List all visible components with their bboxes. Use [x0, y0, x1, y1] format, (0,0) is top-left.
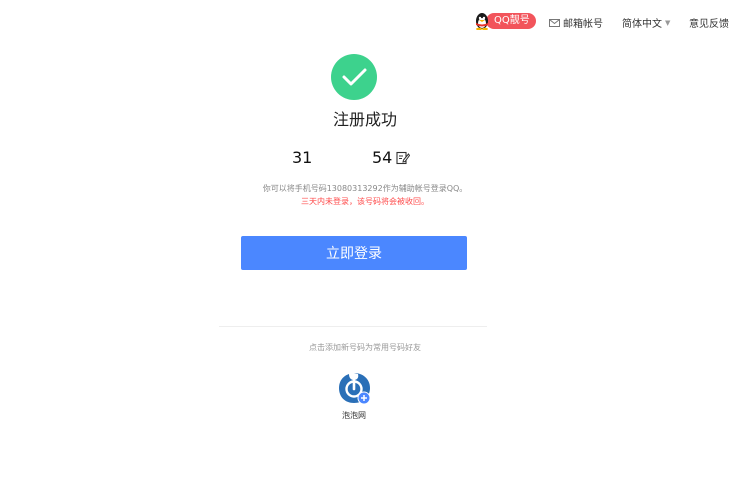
paopao-app-icon[interactable] — [336, 370, 372, 406]
account-number-part1: 31 — [292, 148, 313, 167]
qq-penguin-icon — [476, 13, 488, 30]
edit-icon[interactable] — [396, 151, 411, 165]
login-now-button[interactable]: 立即登录 — [241, 236, 467, 270]
language-label: 简体中文 — [622, 19, 662, 30]
language-selector[interactable]: 简体中文 ▼ — [622, 15, 671, 31]
expiry-warning: 三天内未登录，该号码将会被收回。 — [301, 197, 429, 206]
mail-account-link[interactable]: 邮箱帐号 — [549, 15, 603, 30]
account-number-part2-group: 54 — [372, 148, 411, 167]
page-title: 注册成功 — [332, 110, 397, 129]
account-number-part2: 54 — [372, 148, 393, 167]
success-check-icon — [331, 54, 377, 100]
phone-assist-tip: 你可以将手机号码13080313292作为辅助帐号登录QQ。 — [262, 184, 468, 193]
envelope-icon — [549, 18, 560, 27]
top-bar: QQ靓号 邮箱帐号 简体中文 ▼ 意见反馈 — [0, 0, 730, 42]
qq-vip-number-link[interactable]: QQ靓号 — [474, 12, 536, 30]
paopao-app-label: 泡泡网 — [342, 411, 366, 420]
add-friend-tip: 点击添加新号码为常用号码好友 — [309, 343, 421, 352]
caret-down-icon: ▼ — [665, 18, 671, 27]
divider — [219, 326, 487, 327]
feedback-label: 意见反馈 — [689, 19, 729, 30]
mail-account-label: 邮箱帐号 — [563, 19, 603, 30]
feedback-link[interactable]: 意见反馈 — [689, 15, 729, 30]
qq-vip-label: QQ靓号 — [486, 13, 536, 29]
